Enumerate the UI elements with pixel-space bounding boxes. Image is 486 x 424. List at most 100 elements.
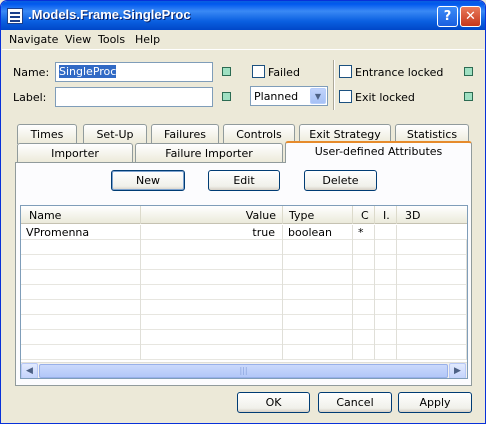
exit-locked-indicator[interactable] — [464, 92, 473, 101]
horizontal-scrollbar[interactable]: ◀ ||| ▶ — [21, 362, 467, 378]
name-indicator[interactable] — [222, 67, 231, 76]
empty-cell — [353, 345, 375, 360]
menu-tools[interactable]: Tools — [98, 33, 125, 46]
empty-cell — [397, 285, 467, 300]
empty-cell — [375, 315, 397, 330]
apply-button[interactable]: Apply — [398, 392, 472, 413]
empty-cell — [21, 300, 141, 315]
app-icon — [7, 8, 23, 24]
close-icon: ✕ — [465, 9, 476, 24]
name-value: SingleProc — [59, 65, 117, 78]
column-header-c[interactable]: C — [353, 206, 375, 224]
empty-cell — [353, 240, 375, 255]
status-select[interactable]: Planned ▼ — [250, 86, 328, 106]
tab-set-up[interactable]: Set-Up — [83, 124, 147, 144]
empty-cell — [21, 315, 141, 330]
empty-cell — [21, 255, 141, 270]
label-input[interactable] — [55, 87, 213, 107]
menu-help[interactable]: Help — [135, 33, 160, 46]
tab-failures[interactable]: Failures — [151, 124, 219, 144]
failed-checkbox[interactable] — [252, 65, 265, 78]
empty-cell — [397, 345, 467, 360]
cancel-button[interactable]: Cancel — [318, 392, 392, 413]
exit-locked-label: Exit locked — [355, 91, 415, 104]
empty-cell — [21, 270, 141, 285]
empty-cell — [397, 270, 467, 285]
menu-view[interactable]: View — [65, 33, 91, 46]
empty-cell — [375, 255, 397, 270]
table-header: Name Value Type C I. 3D — [21, 206, 467, 224]
empty-cell — [283, 270, 353, 285]
title-bar[interactable]: .Models.Frame.SingleProc ? ✕ — [1, 1, 485, 30]
entrance-locked-label: Entrance locked — [355, 66, 444, 79]
exit-locked-checkbox[interactable] — [339, 90, 352, 103]
menu-bar: Navigate View Tools Help — [2, 30, 484, 50]
cell-type: boolean — [283, 225, 353, 240]
window-title: .Models.Frame.SingleProc — [28, 7, 191, 22]
empty-cell — [353, 330, 375, 345]
help-button[interactable]: ? — [437, 6, 458, 27]
empty-table-row — [21, 345, 467, 360]
empty-table-row — [21, 255, 467, 270]
column-header-type[interactable]: Type — [283, 206, 353, 224]
empty-cell — [21, 330, 141, 345]
scroll-thumb[interactable]: ||| — [39, 364, 448, 378]
scroll-left-button[interactable]: ◀ — [21, 363, 38, 378]
table-row[interactable]: VPromenna true boolean * — [21, 225, 467, 240]
menu-navigate[interactable]: Navigate — [9, 33, 58, 46]
empty-cell — [141, 345, 283, 360]
tab-controls[interactable]: Controls — [223, 124, 295, 144]
empty-cell — [141, 270, 283, 285]
tab-times[interactable]: Times — [17, 124, 77, 144]
empty-cell — [353, 315, 375, 330]
empty-cell — [283, 345, 353, 360]
column-header-i[interactable]: I. — [375, 206, 397, 224]
chevron-right-icon: ▶ — [454, 366, 461, 376]
empty-table-row — [21, 285, 467, 300]
empty-table-row — [21, 240, 467, 255]
status-value: Planned — [254, 90, 299, 103]
empty-cell — [283, 330, 353, 345]
ok-button[interactable]: OK — [237, 392, 310, 413]
dialog-window: .Models.Frame.SingleProc ? ✕ Navigate Vi… — [0, 0, 486, 424]
cell-value: true — [141, 225, 283, 240]
name-input[interactable]: SingleProc — [55, 62, 213, 82]
empty-cell — [397, 255, 467, 270]
empty-cell — [141, 330, 283, 345]
empty-cell — [283, 315, 353, 330]
empty-cell — [353, 255, 375, 270]
empty-cell — [375, 345, 397, 360]
tab-importer[interactable]: Importer — [17, 143, 133, 163]
label-indicator[interactable] — [222, 92, 231, 101]
entrance-locked-checkbox[interactable] — [339, 65, 352, 78]
empty-cell — [283, 255, 353, 270]
empty-cell — [141, 285, 283, 300]
column-header-3d[interactable]: 3D — [397, 206, 467, 224]
new-button[interactable]: New — [111, 170, 185, 191]
empty-cell — [397, 330, 467, 345]
tab-failure-importer[interactable]: Failure Importer — [135, 143, 283, 163]
empty-table-row — [21, 270, 467, 285]
empty-table-row — [21, 300, 467, 315]
empty-table-row — [21, 330, 467, 345]
edit-button[interactable]: Edit — [208, 170, 280, 191]
column-header-value[interactable]: Value — [141, 206, 283, 224]
cell-name: VPromenna — [21, 225, 141, 240]
tab-user-defined-attributes[interactable]: User-defined Attributes — [285, 141, 472, 163]
grip-icon: ||| — [239, 366, 248, 375]
cell-3d — [397, 225, 467, 240]
empty-table-row — [21, 315, 467, 330]
empty-cell — [21, 240, 141, 255]
entrance-locked-indicator[interactable] — [464, 67, 473, 76]
chevron-down-icon[interactable]: ▼ — [310, 88, 326, 104]
column-header-name[interactable]: Name — [21, 206, 141, 224]
delete-button[interactable]: Delete — [304, 170, 377, 191]
scroll-right-button[interactable]: ▶ — [449, 363, 466, 378]
divider — [333, 60, 335, 110]
empty-cell — [353, 285, 375, 300]
empty-cell — [375, 330, 397, 345]
close-button[interactable]: ✕ — [460, 6, 481, 27]
empty-cell — [283, 300, 353, 315]
empty-cell — [397, 315, 467, 330]
empty-cell — [283, 285, 353, 300]
